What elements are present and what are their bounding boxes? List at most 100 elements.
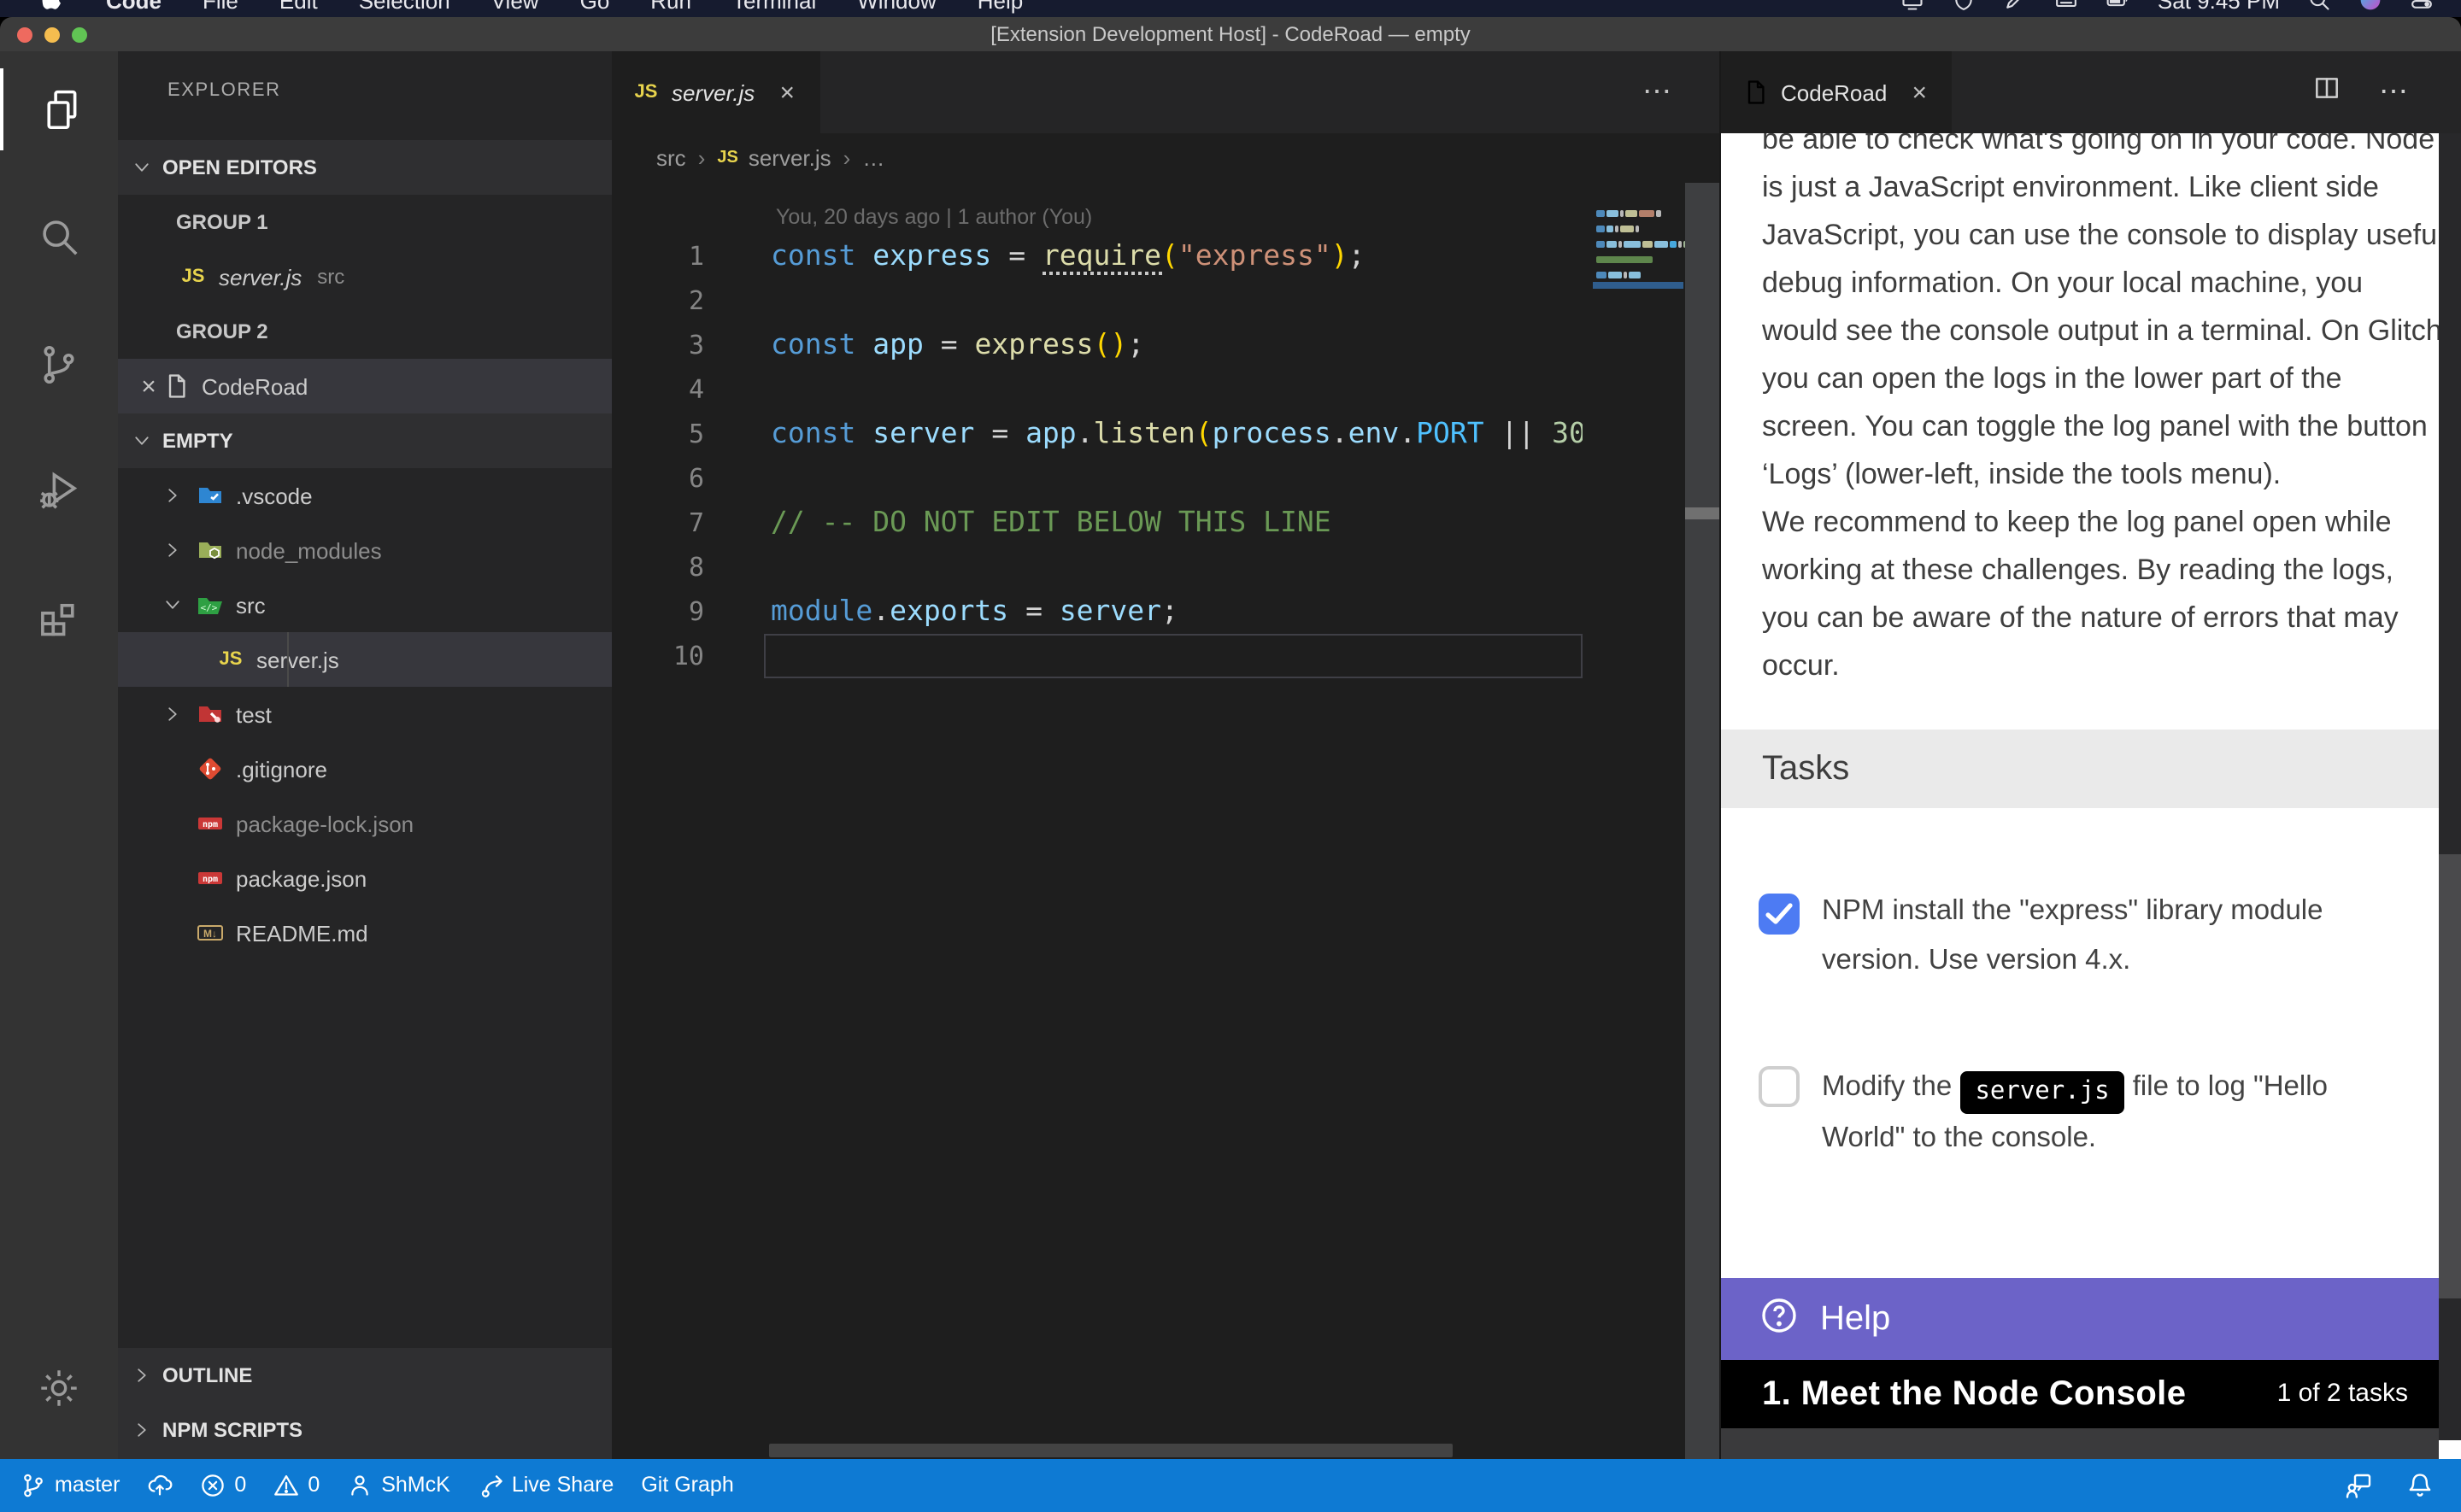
activitybar-item-settings-gear[interactable] — [0, 1346, 118, 1428]
statusbar-item-0[interactable]: 0 — [273, 1473, 320, 1498]
svg-text:npm: npm — [203, 875, 218, 884]
menubar-item-edit[interactable]: Edit — [279, 0, 318, 13]
menubar-item-selection[interactable]: Selection — [359, 0, 450, 13]
tutorial-text-line: is just a JavaScript environment. Like c… — [1762, 164, 2439, 212]
battery-menubar-icon[interactable] — [2106, 0, 2130, 12]
split-editor-icon[interactable] — [2312, 73, 2341, 111]
code-line-9[interactable]: 9module.exports = server; — [612, 589, 1583, 634]
code-line-5[interactable]: 5const server = app.listen(process.env.P… — [612, 412, 1583, 456]
section-header-npm-scripts[interactable]: NPM SCRIPTS — [118, 1403, 612, 1457]
js-icon: JS — [217, 646, 244, 673]
macos-menubar: Code File Edit Selection View Go Run Terminal Wi… — [0, 0, 2461, 17]
activitybar-item-extensions[interactable] — [0, 581, 118, 663]
breadcrumb-src[interactable]: src — [656, 145, 686, 171]
tree-item-server-js[interactable]: JSserver.js — [118, 632, 612, 687]
task-checkbox-1[interactable] — [1759, 894, 1800, 935]
siri-menubar-icon[interactable] — [2358, 0, 2382, 12]
folder-test-icon — [197, 700, 224, 728]
code-line-7[interactable]: 7// -- DO NOT EDIT BELOW THIS LINE — [612, 501, 1583, 545]
apple-menu-icon[interactable] — [41, 0, 65, 12]
display-menubar-icon[interactable] — [1901, 0, 1925, 12]
section-header-outline[interactable]: OUTLINE — [118, 1348, 612, 1403]
files-icon — [39, 86, 85, 132]
tree-item-package-lock-json[interactable]: npmpackage-lock.json — [118, 796, 612, 851]
line-number: 8 — [612, 545, 704, 589]
statusbar-item-master[interactable]: master — [21, 1473, 120, 1498]
webview-scrollbar[interactable] — [2439, 133, 2461, 1458]
live-share-icon — [478, 1473, 503, 1498]
editor-group: JS server.js × ⋯ src › JS server.js › … … — [612, 51, 1719, 1458]
code-line-4[interactable]: 4 — [612, 367, 1583, 412]
statusbar-item-live-share[interactable]: Live Share — [478, 1473, 614, 1498]
feedback-icon[interactable] — [2345, 1472, 2372, 1499]
tab-coderoad[interactable]: CodeRoad × — [1721, 51, 1952, 133]
code-line-10[interactable]: 10 — [612, 634, 1583, 678]
activitybar-item-run-debug[interactable] — [0, 449, 118, 531]
menubar-item-file[interactable]: File — [203, 0, 238, 13]
menubar-item-code[interactable]: Code — [106, 0, 162, 13]
statusbar-item-cloud-upload[interactable] — [147, 1473, 173, 1498]
keyboard-menubar-icon[interactable] — [2055, 0, 2079, 12]
tree-item-package-json[interactable]: npmpackage.json — [118, 851, 612, 905]
section-header-open-editors[interactable]: OPEN EDITORS — [118, 140, 612, 195]
activitybar-item-search[interactable] — [0, 195, 118, 277]
control-center-menubar-icon[interactable] — [2410, 0, 2434, 12]
code-line-2[interactable]: 2 — [612, 278, 1583, 323]
statusbar-item-git-graph[interactable]: Git Graph — [641, 1474, 733, 1497]
shield-menubar-icon[interactable] — [1953, 0, 1976, 12]
editor-group-label: GROUP 1 — [118, 195, 612, 249]
tree-item-test[interactable]: test — [118, 687, 612, 741]
task-checkbox-2[interactable] — [1759, 1066, 1800, 1107]
breadcrumb-file[interactable]: server.js — [749, 145, 831, 171]
menubar-item-window[interactable]: Window — [857, 0, 937, 13]
spotlight-menubar-icon[interactable] — [2307, 0, 2331, 12]
menubar-item-view[interactable]: View — [491, 0, 539, 13]
close-editor-icon[interactable]: × — [135, 372, 162, 401]
help-accordion[interactable]: Help — [1721, 1278, 2439, 1360]
code-line-8[interactable]: 8 — [612, 545, 1583, 589]
bell-icon[interactable] — [2406, 1472, 2434, 1499]
cloud-upload-icon — [147, 1473, 173, 1498]
chevron-down-icon — [132, 157, 152, 178]
tasks-header-label: Tasks — [1762, 730, 2439, 808]
task-text-1: NPM install the "express" library module… — [1822, 887, 2323, 984]
open-editor-CodeRoad[interactable]: ×CodeRoad — [118, 359, 612, 413]
tree-item-node_modules[interactable]: node_modules — [118, 523, 612, 577]
statusbar-item-shmck[interactable]: ShMcK — [347, 1473, 450, 1498]
menubar-item-help[interactable]: Help — [978, 0, 1024, 13]
close-tab-icon[interactable]: × — [1907, 78, 1931, 107]
breadcrumb-symbol[interactable]: … — [862, 145, 884, 171]
menubar-item-run[interactable]: Run — [650, 0, 691, 13]
chevron-down-icon — [132, 431, 152, 451]
code-line-6[interactable]: 6 — [612, 456, 1583, 501]
statusbar-item-0[interactable]: 0 — [200, 1473, 246, 1498]
open-editor-server-js[interactable]: JSserver.jssrc — [118, 249, 612, 304]
editor-horizontal-scrollbar[interactable] — [769, 1444, 1453, 1457]
warning-icon — [273, 1473, 299, 1498]
activitybar-item-files[interactable] — [0, 68, 121, 150]
tree-item-README-md[interactable]: M↓README.md — [118, 905, 612, 960]
minimap[interactable] — [1593, 183, 1687, 695]
menubar-clock[interactable]: Sat 9:45 PM — [2158, 0, 2280, 13]
current-line-highlight — [764, 634, 1583, 678]
code-editor[interactable]: You, 20 days ago | 1 author (You) 1const… — [612, 183, 1719, 1458]
editor-vertical-scrollbar[interactable] — [1685, 183, 1719, 1458]
activitybar-item-source-control[interactable] — [0, 323, 118, 405]
tab-server-js[interactable]: JS server.js × — [612, 51, 819, 133]
pencil-menubar-icon[interactable] — [2004, 0, 2028, 12]
panel-more-actions-button[interactable]: ⋯ — [2379, 75, 2408, 109]
breadcrumb[interactable]: src › JS server.js › … — [612, 133, 1719, 183]
tree-item--vscode[interactable]: .vscode — [118, 468, 612, 523]
tree-item--gitignore[interactable]: .gitignore — [118, 741, 612, 796]
menubar-item-terminal[interactable]: Terminal — [732, 0, 816, 13]
section-header-empty[interactable]: EMPTY — [118, 413, 612, 468]
line-number: 5 — [612, 412, 704, 456]
code-line-3[interactable]: 3const app = express(); — [612, 323, 1583, 367]
close-tab-icon[interactable]: × — [775, 78, 799, 107]
editor-more-actions-button[interactable]: ⋯ — [1642, 51, 1671, 133]
tree-item-src[interactable]: </>src — [118, 577, 612, 632]
source-control-icon — [36, 341, 82, 387]
coderoad-webview: be able to check what's going on in your… — [1721, 133, 2439, 1458]
menubar-item-go[interactable]: Go — [580, 0, 610, 13]
code-line-1[interactable]: 1const express = require("express"); — [612, 234, 1583, 278]
